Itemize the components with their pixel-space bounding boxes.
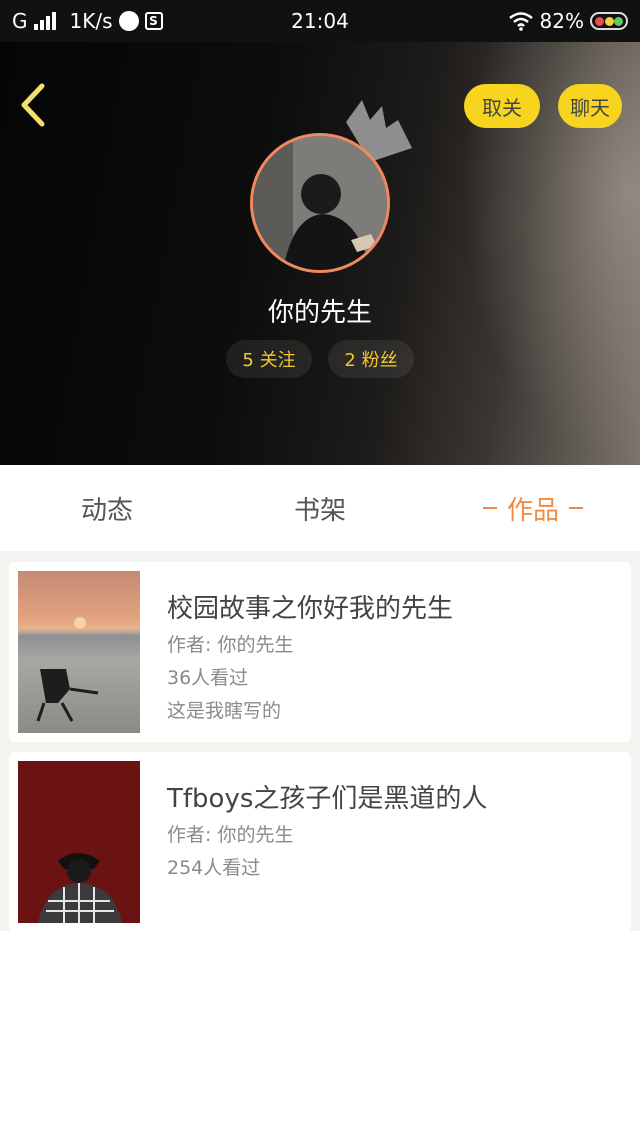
back-button[interactable] xyxy=(14,80,58,130)
book-title[interactable]: 校园故事之你好我的先生 xyxy=(167,588,453,625)
avatar-photo xyxy=(253,136,387,270)
cover-art xyxy=(18,761,140,923)
book-description: 这是我瞎写的 xyxy=(167,700,282,722)
book-cover xyxy=(18,571,140,733)
tab-works-label: 作品 xyxy=(506,495,559,526)
tab-works[interactable]: 作品 xyxy=(470,465,596,551)
list-item[interactable]: Tfboys之孩子们是黑道的人 作者: 你的先生 254人看过 xyxy=(9,752,631,932)
flame-icon xyxy=(118,11,139,31)
s-icon: S xyxy=(144,12,163,30)
profile-header: 取关 聊天 你的先生 5 关注 2 粉丝 xyxy=(0,42,640,465)
network-speed: 1K/s xyxy=(69,9,113,33)
unfollow-button[interactable]: 取关 xyxy=(464,84,540,128)
wifi-icon xyxy=(508,12,533,31)
avatar[interactable] xyxy=(250,133,390,273)
book-cover xyxy=(18,761,140,923)
battery-percent: 82% xyxy=(539,9,584,33)
chat-button[interactable]: 聊天 xyxy=(558,84,622,128)
back-arrow-icon xyxy=(21,83,45,127)
status-left: G 1K/s S xyxy=(12,9,163,33)
signal-icon xyxy=(33,12,56,30)
book-views: 36人看过 xyxy=(167,667,249,689)
following-count[interactable]: 5 关注 xyxy=(226,340,312,378)
carrier-label: G xyxy=(12,9,28,33)
book-title[interactable]: Tfboys之孩子们是黑道的人 xyxy=(167,778,487,815)
tab-indicator-left xyxy=(482,507,497,509)
status-bar: G 1K/s S 21:04 82% xyxy=(0,0,640,42)
username: 你的先生 xyxy=(267,298,372,328)
status-right: 82% xyxy=(508,9,628,33)
battery-icon xyxy=(590,12,628,30)
tab-bookshelf[interactable]: 书架 xyxy=(252,465,388,551)
tab-indicator-right xyxy=(569,507,583,509)
tab-bar: 动态 书架 作品 xyxy=(0,465,640,551)
book-author: 作者: 你的先生 xyxy=(167,824,294,846)
book-author: 作者: 你的先生 xyxy=(167,634,294,656)
tab-dynamic[interactable]: 动态 xyxy=(40,465,174,551)
list-item[interactable]: 校园故事之你好我的先生 作者: 你的先生 36人看过 这是我瞎写的 xyxy=(9,562,631,742)
fans-count[interactable]: 2 粉丝 xyxy=(328,340,414,378)
cover-art xyxy=(18,617,140,722)
book-views: 254人看过 xyxy=(167,857,261,879)
